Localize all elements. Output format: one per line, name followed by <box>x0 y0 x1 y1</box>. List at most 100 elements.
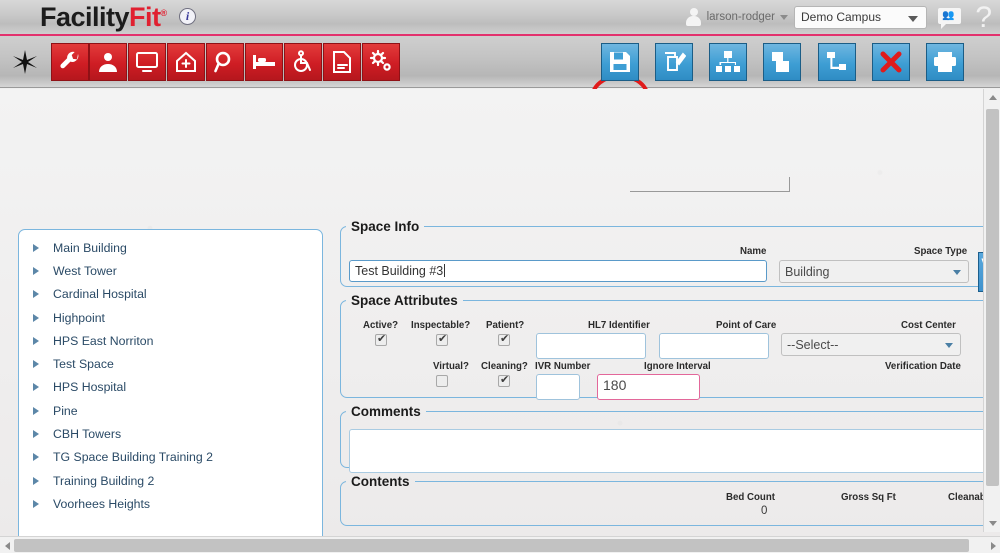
expand-triangle-icon[interactable] <box>33 477 39 485</box>
point-of-care-input[interactable] <box>659 333 769 359</box>
chevron-down-icon <box>945 343 953 348</box>
tree-item-label: HPS East Norriton <box>53 334 153 348</box>
shortcut-star-icon[interactable] <box>6 43 44 81</box>
monitor-icon[interactable] <box>128 43 166 81</box>
active-checkbox[interactable] <box>375 334 387 346</box>
tree-item[interactable]: HPS Hospital <box>19 376 322 399</box>
chat-people-icon[interactable]: 👥 <box>938 8 962 28</box>
user-menu[interactable]: larson-rodger <box>685 8 788 26</box>
wrench-icon[interactable] <box>51 43 89 81</box>
expand-triangle-icon[interactable] <box>33 500 39 508</box>
expand-triangle-icon[interactable] <box>33 407 39 415</box>
space-tree-panel[interactable]: Main BuildingWest Tower Cardinal Hospital… <box>18 229 323 553</box>
space-type-label: Space Type <box>914 246 967 257</box>
expand-triangle-icon[interactable] <box>33 244 39 252</box>
main-toolbar <box>0 36 1000 88</box>
tree-item[interactable]: Test Space <box>19 352 322 375</box>
printer-icon[interactable] <box>926 43 964 81</box>
expand-triangle-icon[interactable] <box>33 430 39 438</box>
vertical-scrollbar[interactable] <box>983 89 1000 532</box>
user-name-label: larson-rodger <box>707 11 775 23</box>
expand-triangle-icon[interactable] <box>33 337 39 345</box>
horizontal-scroll-thumb[interactable] <box>14 539 969 552</box>
expand-triangle-icon[interactable] <box>33 383 39 391</box>
horizontal-scrollbar[interactable] <box>0 536 1000 553</box>
save-icon[interactable] <box>601 43 639 81</box>
tree-item[interactable]: West Tower <box>19 259 322 282</box>
hospital-home-icon[interactable] <box>167 43 205 81</box>
expand-triangle-icon[interactable] <box>33 453 39 461</box>
name-input-value: Test Building #3 <box>355 264 443 278</box>
expand-triangle-icon[interactable] <box>33 267 39 275</box>
hl7-identifier-label: HL7 Identifier <box>588 320 650 331</box>
person-icon[interactable] <box>89 43 127 81</box>
space-type-select[interactable]: Building <box>779 260 969 283</box>
tree-item[interactable]: CBH Towers <box>19 422 322 445</box>
ivr-number-input[interactable] <box>536 374 580 400</box>
space-attributes-legend: Space Attributes <box>346 293 463 308</box>
campus-select[interactable]: Demo Campus <box>794 6 927 29</box>
tree-item-label: Pine <box>53 404 78 418</box>
building-icon[interactable] <box>763 43 801 81</box>
name-input[interactable]: Test Building #3 <box>349 260 767 282</box>
scroll-down-arrow-icon[interactable] <box>984 515 1000 532</box>
space-info-fieldset: Space Info Name Test Building #3 Space T… <box>340 219 995 287</box>
inspectable-checkbox[interactable] <box>436 334 448 346</box>
tree-item-label: HPS Hospital <box>53 380 126 394</box>
virtual-checkbox[interactable] <box>436 375 448 387</box>
node-link-icon[interactable] <box>818 43 856 81</box>
wheelchair-icon[interactable] <box>284 43 322 81</box>
tree-item-label: CBH Towers <box>53 427 121 441</box>
scroll-right-arrow-icon[interactable] <box>986 537 1000 553</box>
tree-item-label: Cardinal Hospital <box>53 287 147 301</box>
text-cursor <box>444 264 445 277</box>
name-label: Name <box>740 246 766 257</box>
tree-item-label: Training Building 2 <box>53 474 154 488</box>
tree-item[interactable]: Voorhees Heights <box>19 492 322 515</box>
expand-triangle-icon[interactable] <box>33 360 39 368</box>
org-chart-icon[interactable] <box>709 43 747 81</box>
ignore-interval-label: Ignore Interval <box>644 361 711 372</box>
expand-triangle-icon[interactable] <box>33 314 39 322</box>
bed-icon[interactable] <box>245 43 283 81</box>
tree-item[interactable]: Cardinal Hospital <box>19 283 322 306</box>
gears-icon[interactable] <box>362 43 400 81</box>
chevron-down-icon <box>908 16 918 22</box>
patient-checkbox[interactable] <box>498 334 510 346</box>
space-info-legend: Space Info <box>346 219 424 234</box>
tree-item-label: TG Space Building Training 2 <box>53 450 213 464</box>
chevron-down-icon <box>780 15 788 20</box>
document-icon[interactable] <box>323 43 361 81</box>
tree-item[interactable]: Training Building 2 <box>19 469 322 492</box>
cost-center-select[interactable]: --Select-- <box>781 333 961 356</box>
comments-textarea[interactable] <box>349 429 987 473</box>
delete-x-icon[interactable] <box>872 43 910 81</box>
comments-legend: Comments <box>346 404 426 419</box>
cleaning-checkbox[interactable] <box>498 375 510 387</box>
patient-label: Patient? <box>486 320 524 331</box>
info-icon[interactable]: i <box>179 8 196 25</box>
app-header: FacilityFit® i larson-rodger Demo Campus… <box>0 0 1000 36</box>
magnifier-icon[interactable] <box>206 43 244 81</box>
active-label: Active? <box>363 320 398 331</box>
scroll-left-arrow-icon[interactable] <box>0 537 14 553</box>
vertical-scroll-thumb[interactable] <box>986 109 999 486</box>
tree-item[interactable]: HPS East Norriton <box>19 329 322 352</box>
tree-item[interactable]: Main Building <box>19 236 322 259</box>
point-of-care-label: Point of Care <box>716 320 776 331</box>
copy-edit-icon[interactable] <box>655 43 693 81</box>
ignore-interval-input[interactable]: 180 <box>597 374 700 400</box>
scroll-up-arrow-icon[interactable] <box>984 89 1000 106</box>
user-avatar-icon <box>685 8 702 26</box>
logo-trademark: ® <box>161 8 167 18</box>
hl7-identifier-input[interactable] <box>536 333 646 359</box>
help-icon[interactable]: ? <box>975 0 992 36</box>
tree-item[interactable]: Highpoint <box>19 306 322 329</box>
inspectable-label: Inspectable? <box>411 320 470 331</box>
tree-item[interactable]: Pine <box>19 399 322 422</box>
cleaning-label: Cleaning? <box>481 361 528 372</box>
tree-item[interactable]: TG Space Building Training 2 <box>19 446 322 469</box>
expand-triangle-icon[interactable] <box>33 290 39 298</box>
bed-count-label: Bed Count <box>726 492 775 503</box>
logo-text-fit: Fit <box>129 2 161 32</box>
